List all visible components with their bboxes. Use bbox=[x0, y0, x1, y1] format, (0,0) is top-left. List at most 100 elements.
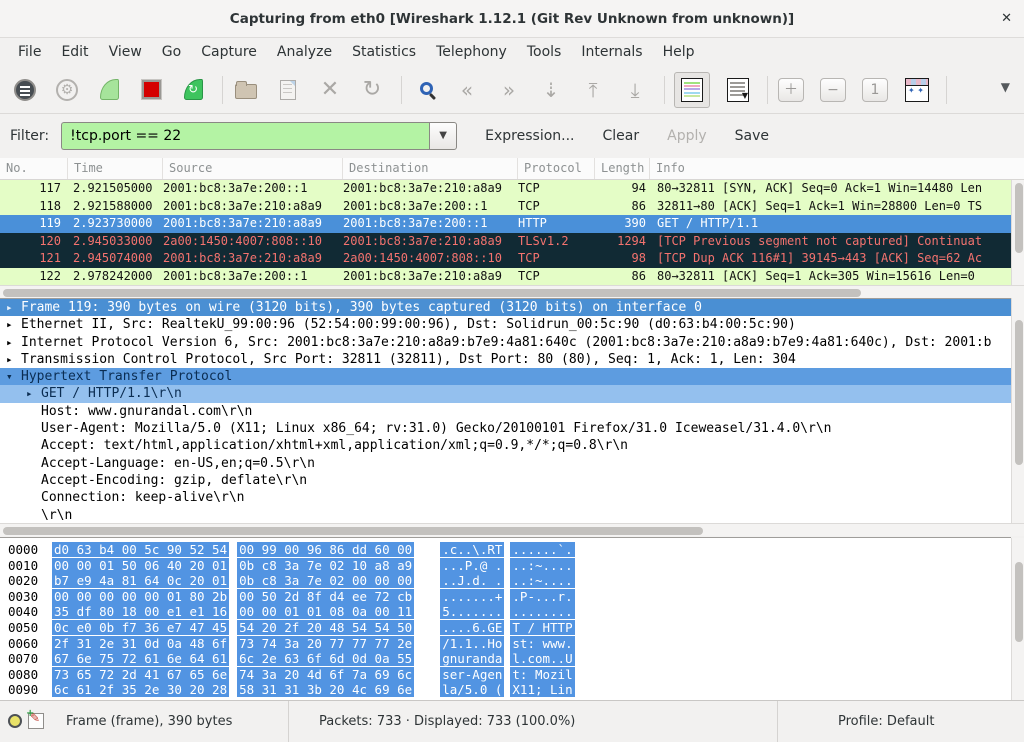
detail-row-ipv6[interactable]: Internet Protocol Version 6, Src: 2001:b… bbox=[0, 334, 1011, 351]
menu-view[interactable]: View bbox=[99, 38, 152, 66]
auto-scroll-icon[interactable] bbox=[723, 75, 753, 105]
menu-tools[interactable]: Tools bbox=[517, 38, 572, 66]
packet-list-horizontal-scrollbar[interactable] bbox=[0, 285, 1024, 298]
close-file-icon[interactable]: ✕ bbox=[315, 75, 345, 105]
zoom-out-icon[interactable]: − bbox=[818, 75, 848, 105]
hex-row[interactable]: 00602f 31 2e 31 0d 0a 48 6f73 74 3a 20 7… bbox=[0, 636, 1011, 652]
detail-row-connection[interactable]: Connection: keep-alive\r\n bbox=[0, 489, 1011, 506]
capture-comment-icon[interactable] bbox=[28, 713, 44, 729]
detail-row-frame[interactable]: Frame 119: 390 bytes on wire (3120 bits)… bbox=[0, 299, 1011, 316]
hex-offset: 0040 bbox=[8, 604, 50, 620]
hex-row[interactable]: 001000 00 01 50 06 40 20 010b c8 3a 7e 0… bbox=[0, 558, 1011, 574]
hex-ascii: ser-Agen bbox=[440, 667, 504, 682]
hex-row[interactable]: 00906c 61 2f 35 2e 30 20 2858 31 31 3b 2… bbox=[0, 682, 1011, 698]
go-to-packet-icon[interactable]: ⇣ bbox=[536, 75, 566, 105]
packet-row-121[interactable]: 1212.9450740002001:bc8:3a7e:210:a8a92a00… bbox=[0, 250, 1011, 268]
menu-capture[interactable]: Capture bbox=[191, 38, 267, 66]
detail-row-accept[interactable]: Accept: text/html,application/xhtml+xml,… bbox=[0, 437, 1011, 454]
column-protocol[interactable]: Protocol bbox=[518, 158, 595, 179]
go-to-top-icon[interactable]: ⤒ bbox=[578, 75, 608, 105]
go-back-icon[interactable]: « bbox=[452, 75, 482, 105]
column-no[interactable]: No. bbox=[0, 158, 68, 179]
capture-options-gear-icon[interactable]: ⚙ bbox=[52, 75, 82, 105]
column-length[interactable]: Length bbox=[595, 158, 650, 179]
hex-row[interactable]: 007067 6e 75 72 61 6e 64 616c 2e 63 6f 6… bbox=[0, 651, 1011, 667]
go-to-bottom-icon[interactable]: ⤓ bbox=[620, 75, 650, 105]
column-info[interactable]: Info bbox=[650, 158, 1024, 179]
menu-internals[interactable]: Internals bbox=[571, 38, 652, 66]
start-capture-icon[interactable] bbox=[94, 75, 124, 105]
expander-icon[interactable] bbox=[6, 299, 21, 316]
packet-row-118[interactable]: 1182.9215880002001:bc8:3a7e:210:a8a92001… bbox=[0, 198, 1011, 216]
cell-no: 118 bbox=[0, 198, 68, 216]
hex-row[interactable]: 0020b7 e9 4a 81 64 0c 20 010b c8 3a 7e 0… bbox=[0, 573, 1011, 589]
hex-bytes: 00 50 2d 8f d4 ee 72 cb bbox=[237, 589, 414, 604]
menu-telephony[interactable]: Telephony bbox=[426, 38, 517, 66]
open-file-icon[interactable] bbox=[231, 75, 261, 105]
hex-row[interactable]: 004035 df 80 18 00 e1 e1 1600 00 01 01 0… bbox=[0, 604, 1011, 620]
find-packet-icon[interactable] bbox=[410, 75, 440, 105]
hex-row[interactable]: 00500c e0 0b f7 36 e7 47 4554 20 2f 20 4… bbox=[0, 620, 1011, 636]
detail-row-http-selected[interactable]: Hypertext Transfer Protocol bbox=[0, 368, 1011, 385]
clear-button[interactable]: Clear bbox=[603, 128, 640, 144]
cell-length: 390 bbox=[595, 215, 650, 233]
expert-info-icon[interactable] bbox=[8, 714, 22, 728]
details-vertical-scrollbar[interactable] bbox=[1011, 298, 1024, 523]
detail-row-tcp[interactable]: Transmission Control Protocol, Src Port:… bbox=[0, 351, 1011, 368]
detail-row-ethernet[interactable]: Ethernet II, Src: RealtekU_99:00:96 (52:… bbox=[0, 316, 1011, 333]
detail-row-user-agent[interactable]: User-Agent: Mozilla/5.0 (X11; Linux x86_… bbox=[0, 420, 1011, 437]
main-toolbar: ⚙ ↻ ✕ ↻ « » ⇣ ⤒ ⤓ ＋ − 1 bbox=[0, 66, 1024, 114]
expander-icon[interactable] bbox=[6, 368, 21, 385]
detail-row-http-get[interactable]: GET / HTTP/1.1\r\n bbox=[0, 385, 1011, 402]
menu-file[interactable]: File bbox=[8, 38, 51, 66]
expander-icon[interactable] bbox=[6, 316, 21, 333]
go-forward-icon[interactable]: » bbox=[494, 75, 524, 105]
hex-bytes: 35 df 80 18 00 e1 e1 16 bbox=[52, 604, 229, 619]
detail-row-crlf[interactable]: \r\n bbox=[0, 507, 1011, 523]
expression-button[interactable]: Expression... bbox=[485, 128, 574, 144]
list-interfaces-icon[interactable] bbox=[10, 75, 40, 105]
detail-row-accept-encoding[interactable]: Accept-Encoding: gzip, deflate\r\n bbox=[0, 472, 1011, 489]
menu-help[interactable]: Help bbox=[653, 38, 705, 66]
packet-row-119-selected[interactable]: 1192.9237300002001:bc8:3a7e:210:a8a92001… bbox=[0, 215, 1011, 233]
packet-list-vertical-scrollbar[interactable] bbox=[1011, 180, 1024, 285]
expander-icon[interactable] bbox=[6, 334, 21, 351]
save-file-icon[interactable] bbox=[273, 75, 303, 105]
stop-capture-icon[interactable] bbox=[136, 75, 166, 105]
packet-row-122[interactable]: 1222.9782420002001:bc8:3a7e:200::12001:b… bbox=[0, 268, 1011, 286]
detail-row-accept-language[interactable]: Accept-Language: en-US,en;q=0.5\r\n bbox=[0, 455, 1011, 472]
detail-row-host[interactable]: Host: www.gnurandal.com\r\n bbox=[0, 403, 1011, 420]
menu-edit[interactable]: Edit bbox=[51, 38, 98, 66]
column-destination[interactable]: Destination bbox=[343, 158, 518, 179]
cell-source: 2001:bc8:3a7e:200::1 bbox=[163, 268, 343, 286]
cell-info: 80→32811 [SYN, ACK] Seq=0 Ack=1 Win=1448… bbox=[650, 180, 1011, 198]
toolbar-overflow-chevron-icon[interactable]: ▼ bbox=[1001, 80, 1010, 94]
filter-dropdown-icon[interactable]: ▼ bbox=[429, 122, 457, 150]
hex-row[interactable]: 0000d0 63 b4 00 5c 90 52 5400 99 00 96 8… bbox=[0, 542, 1011, 558]
hex-row[interactable]: 003000 00 00 00 00 01 80 2b00 50 2d 8f d… bbox=[0, 589, 1011, 605]
save-button[interactable]: Save bbox=[735, 128, 769, 144]
expander-icon[interactable] bbox=[26, 385, 41, 402]
zoom-in-icon[interactable]: ＋ bbox=[776, 75, 806, 105]
menu-go[interactable]: Go bbox=[152, 38, 191, 66]
cell-source: 2001:bc8:3a7e:210:a8a9 bbox=[163, 250, 343, 268]
cell-protocol: TLSv1.2 bbox=[518, 233, 595, 251]
menu-analyze[interactable]: Analyze bbox=[267, 38, 342, 66]
packet-row-120[interactable]: 1202.9450330002a00:1450:4007:808::102001… bbox=[0, 233, 1011, 251]
column-time[interactable]: Time bbox=[68, 158, 163, 179]
hex-row[interactable]: 008073 65 72 2d 41 67 65 6e74 3a 20 4d 6… bbox=[0, 667, 1011, 683]
resize-columns-icon[interactable] bbox=[902, 75, 932, 105]
close-window-button[interactable]: ✕ bbox=[1001, 0, 1012, 38]
expander-icon[interactable] bbox=[6, 351, 21, 368]
filter-bar: Filter: ▼ Expression... Clear Apply Save bbox=[0, 114, 1024, 158]
filter-input[interactable] bbox=[61, 122, 429, 150]
packet-row-117[interactable]: 1172.9215050002001:bc8:3a7e:200::12001:b… bbox=[0, 180, 1011, 198]
zoom-100-icon[interactable]: 1 bbox=[860, 75, 890, 105]
hex-vertical-scrollbar[interactable] bbox=[1011, 538, 1024, 700]
menu-statistics[interactable]: Statistics bbox=[342, 38, 426, 66]
column-source[interactable]: Source bbox=[163, 158, 343, 179]
restart-capture-icon[interactable]: ↻ bbox=[178, 75, 208, 105]
colorize-packets-icon[interactable] bbox=[673, 75, 711, 105]
details-horizontal-scrollbar[interactable] bbox=[0, 523, 1024, 536]
reload-icon[interactable]: ↻ bbox=[357, 75, 387, 105]
